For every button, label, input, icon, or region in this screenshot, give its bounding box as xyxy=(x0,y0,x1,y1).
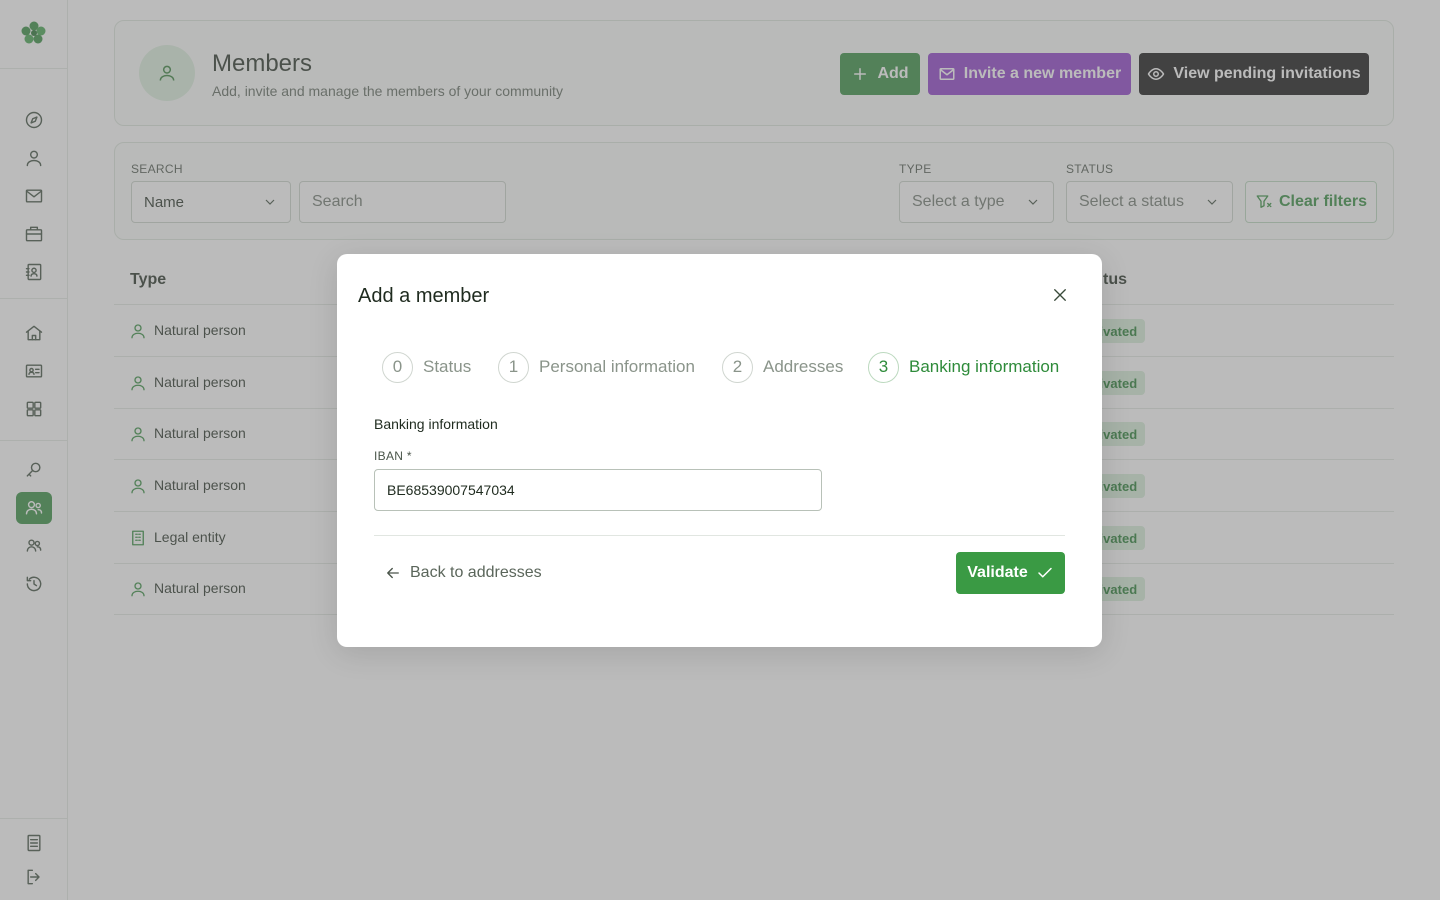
step-number: 1 xyxy=(498,351,529,383)
step-label: Status xyxy=(423,357,472,376)
validate-button[interactable]: Validate xyxy=(956,552,1065,594)
step-label: Banking information xyxy=(909,357,1060,376)
check-icon xyxy=(1037,567,1052,578)
step-personal-information[interactable]: 1 Personal information xyxy=(498,351,695,383)
step-number: 3 xyxy=(868,351,899,383)
add-member-dialog: Add a member 0 Status 1 Personal informa… xyxy=(337,254,1102,647)
dialog-divider xyxy=(374,535,1065,536)
step-number: 0 xyxy=(382,351,413,383)
section-title: Banking information xyxy=(374,416,498,432)
back-button-label: Back to addresses xyxy=(410,564,542,581)
step-banking-information[interactable]: 3 Banking information xyxy=(868,351,1059,383)
close-button[interactable] xyxy=(1049,284,1071,306)
iban-input[interactable] xyxy=(374,469,822,511)
dialog-title: Add a member xyxy=(358,285,490,307)
step-label: Personal information xyxy=(539,357,695,376)
step-label: Addresses xyxy=(763,357,844,376)
close-icon xyxy=(1054,289,1066,301)
step-addresses[interactable]: 2 Addresses xyxy=(722,351,843,383)
validate-button-label: Validate xyxy=(967,564,1028,581)
step-number: 2 xyxy=(722,351,753,383)
arrow-left-icon xyxy=(387,567,399,579)
iban-label: IBAN * xyxy=(374,449,412,463)
back-to-addresses-button[interactable]: Back to addresses xyxy=(384,561,542,585)
step-status[interactable]: 0 Status xyxy=(382,351,471,383)
